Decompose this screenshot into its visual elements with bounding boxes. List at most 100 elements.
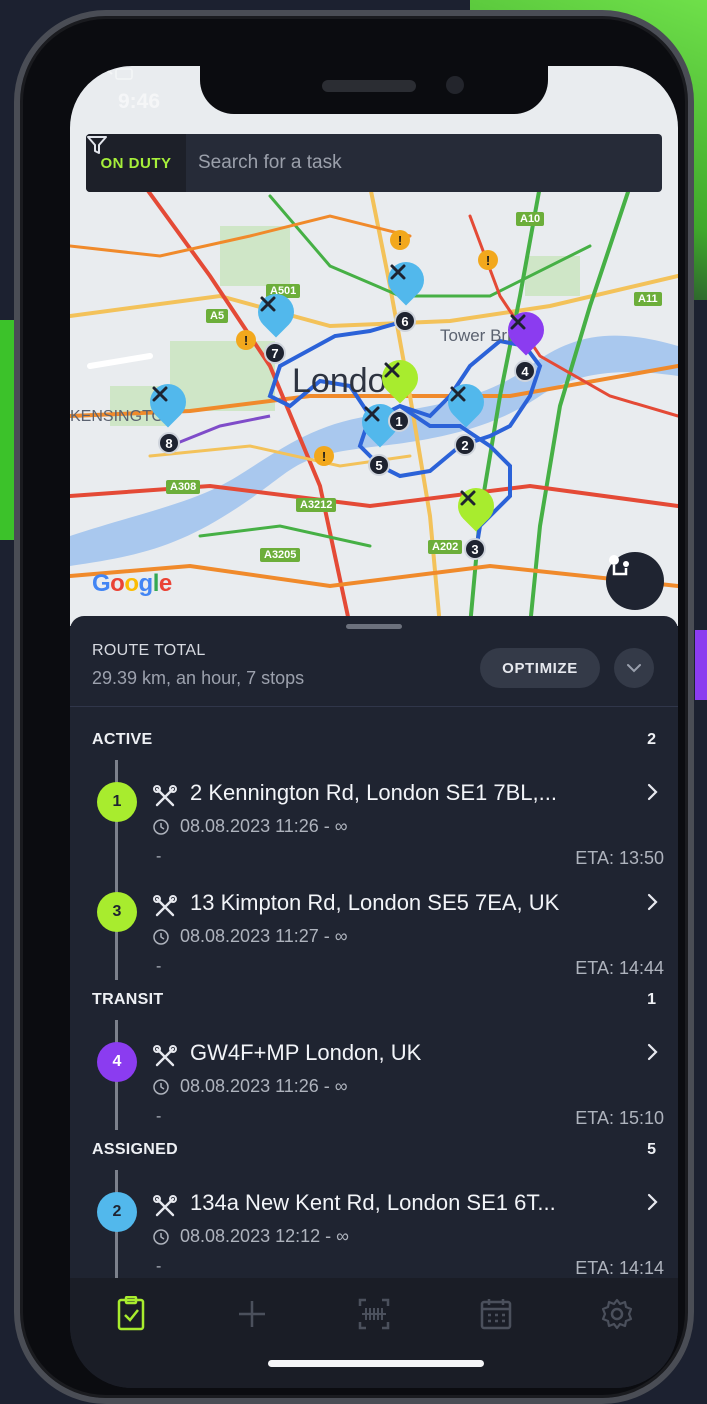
task-pin-3[interactable] [450,480,502,534]
section-header: ACTIVE 2 [70,720,678,760]
task-row[interactable]: 1 2 Kennington Rd, London SE1 7BL,... 08.0… [70,760,678,870]
task-pin-2[interactable] [440,376,492,430]
route-summary-block: ROUTE TOTAL 29.39 km, an hour, 7 stops [92,642,304,689]
tools-icon [382,360,418,396]
tab-settings[interactable] [556,1296,678,1388]
task-eta: ETA: 13:50 [575,848,664,868]
road-tag: A10 [516,212,545,226]
tools-icon [153,895,177,917]
chevron-down-icon [627,664,641,673]
status-time: 9:46 [118,90,161,113]
chevron-right-icon [647,1043,658,1061]
clock-icon [153,1229,169,1245]
tab-calendar[interactable] [435,1296,557,1388]
route-title: ROUTE TOTAL [92,642,206,659]
road-tag: A5 [206,309,229,323]
tools-icon [388,262,424,298]
task-row[interactable]: 4 GW4F+MP London, UK 08.08.2023 11:26 - ∞ -… [70,1020,678,1130]
task-time-window: 08.08.2023 11:26 - ∞ [180,816,348,836]
home-indicator[interactable] [268,1360,484,1367]
route-summary: 29.39 km, an hour, 7 stops [92,668,305,688]
filter-button[interactable] [87,134,662,192]
optimize-button[interactable]: OPTIMIZE [480,648,600,688]
route-pin-icon [609,555,629,576]
route-sheet: ROUTE TOTAL 29.39 km, an hour, 7 stops O… [70,616,678,1288]
task-list-icon [117,1296,145,1331]
road-tag: A308 [166,480,201,494]
traffic-alert-icon[interactable]: ! [314,446,334,466]
road-tag: A3212 [296,498,337,512]
tab-bar [70,1278,678,1388]
section-count: 5 [647,1141,656,1158]
stop-number: 8 [158,432,180,454]
section-title: ACTIVE [92,731,153,748]
section-transit: TRANSIT 1 4 GW4F+MP London, UK 08.08.2023 11… [70,980,678,1130]
road-tag: A3205 [260,548,301,562]
clock-icon [153,819,169,835]
chevron-right-icon [647,893,658,911]
clock-icon [153,1079,169,1095]
task-address: 2 Kennington Rd, London SE1 7BL,... [190,780,557,805]
tab-scan[interactable] [313,1296,435,1388]
task-eta: ETA: 15:10 [575,1108,664,1128]
task-time-window: 08.08.2023 11:26 - ∞ [180,1076,348,1096]
traffic-alert-icon[interactable]: ! [236,330,256,350]
tools-icon [258,294,294,330]
gear-icon [602,1298,633,1330]
divider [70,706,678,707]
task-pin-6[interactable] [380,254,432,308]
tools-icon [150,384,186,420]
speaker [322,80,416,92]
phone-notch [200,56,548,114]
traffic-alert-icon[interactable]: ! [478,250,498,270]
stop-marker: 3 [97,892,137,932]
section-header: ASSIGNED 5 [70,1130,678,1170]
task-time-window: 08.08.2023 12:12 - ∞ [180,1226,349,1246]
task-row[interactable]: 3 13 Kimpton Rd, London SE5 7EA, UK 08.08.… [70,870,678,980]
traffic-alert-icon[interactable]: ! [390,230,410,250]
tab-tasks[interactable] [70,1296,192,1388]
task-search-input[interactable] [186,134,612,192]
barcode-scan-icon [358,1298,390,1330]
task-note: - [156,1258,162,1275]
filter-icon [87,136,107,154]
sheet-grabber[interactable] [346,624,402,629]
task-address: 13 Kimpton Rd, London SE5 7EA, UK [190,890,560,915]
phone-frame: 9:46 ON DUTY London KENSINGTON Tower Bri… [14,10,694,1404]
clock-icon [153,929,169,945]
task-eta: ETA: 14:44 [575,958,664,978]
stop-number: 1 [388,410,410,432]
road-tag: A11 [634,292,662,306]
stop-number: 2 [454,434,476,456]
task-note: - [156,1108,162,1125]
section-assigned: ASSIGNED 5 2 134a New Kent Rd, London SE1 6… [70,1130,678,1280]
task-note: - [156,848,162,865]
road-tag: A202 [428,540,463,554]
section-count: 1 [647,991,656,1008]
tools-icon [153,785,177,807]
chevron-right-icon [647,783,658,801]
map-view[interactable]: 9:46 ON DUTY London KENSINGTON Tower Bri… [70,66,678,626]
chevron-right-icon [647,1193,658,1211]
stop-number: 5 [368,454,390,476]
stop-marker: 1 [97,782,137,822]
task-pin-8[interactable] [142,376,194,430]
task-address: GW4F+MP London, UK [190,1040,422,1065]
app-screen: 9:46 ON DUTY London KENSINGTON Tower Bri… [70,66,678,1388]
section-count: 2 [647,731,656,748]
stop-marker: 4 [97,1042,137,1082]
tools-icon [508,312,544,348]
expand-button[interactable] [614,648,654,688]
task-row[interactable]: 2 134a New Kent Rd, London SE1 6T... 08.08… [70,1170,678,1280]
stop-number: 6 [394,310,416,332]
task-pin-1[interactable] [374,352,426,406]
route-planner-button[interactable] [606,552,664,610]
tab-add[interactable] [192,1296,314,1388]
task-address: 134a New Kent Rd, London SE1 6T... [190,1190,556,1215]
plus-icon [239,1301,266,1327]
task-pin-7[interactable] [250,286,302,340]
task-note: - [156,958,162,975]
backdrop-purple [695,630,707,700]
tools-icon [153,1195,177,1217]
task-pin-4[interactable] [500,304,552,358]
